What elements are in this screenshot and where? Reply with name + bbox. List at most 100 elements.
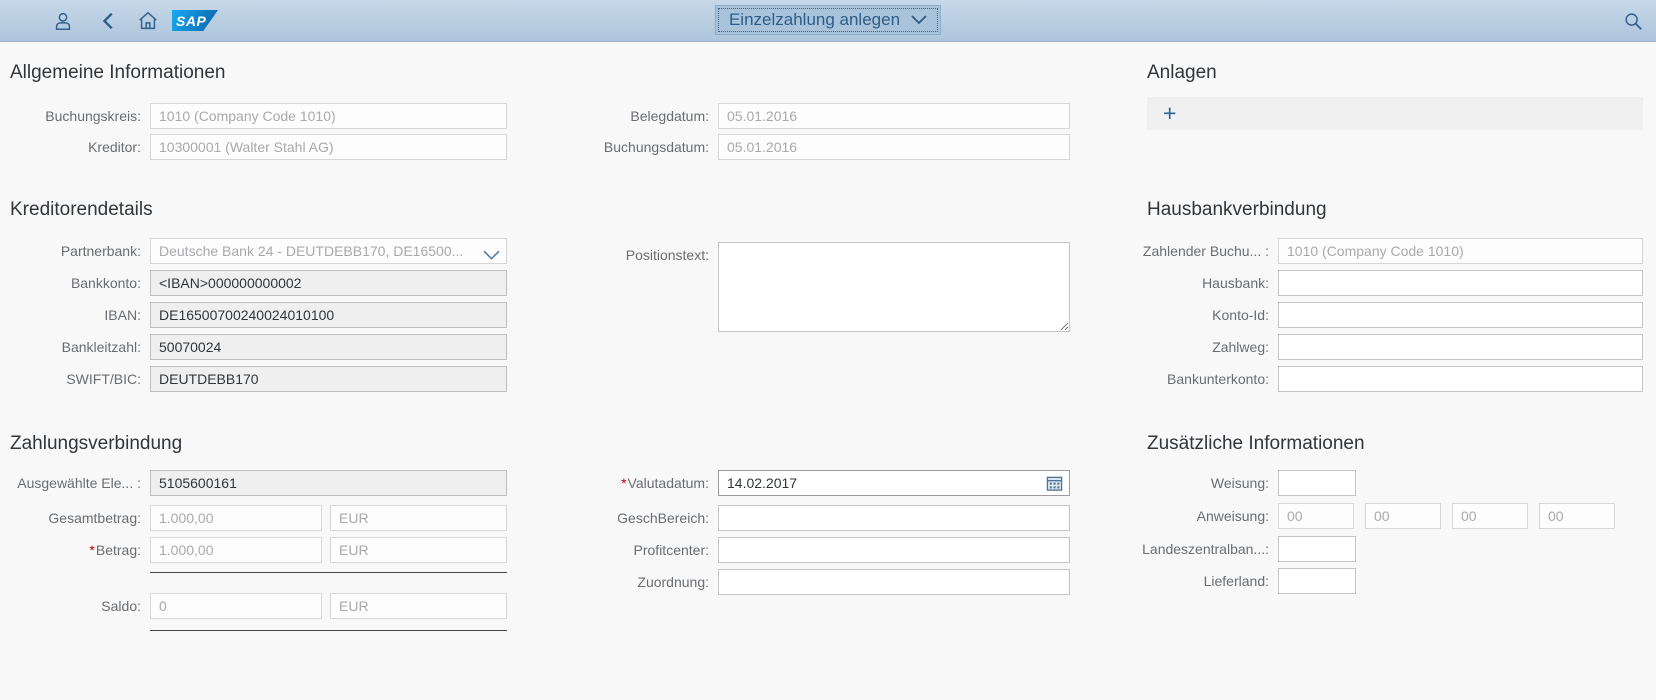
gesamtbetrag-field: 1.000,00	[150, 505, 322, 531]
field-row: *Betrag: 1.000,00 EUR	[0, 537, 507, 563]
field-row: Zahlweg:	[1085, 334, 1643, 360]
field-row: Bankleitzahl: 50070024	[0, 334, 507, 360]
app-title-label: Einzelzahlung anlegen	[729, 10, 900, 30]
bankkonto-field: <IBAN>000000000002	[150, 270, 507, 296]
lieferland-label: Lieferland:	[1085, 568, 1278, 594]
saldo-label: Saldo:	[0, 593, 150, 619]
calendar-icon[interactable]	[1046, 475, 1063, 492]
buchungskreis-label: Buchungskreis:	[0, 103, 150, 129]
anweisung-field-2[interactable]: 00	[1365, 503, 1441, 529]
zahlweg-label: Zahlweg:	[1085, 334, 1278, 360]
ausgewaehlte-elemente-label: Ausgewählte Ele... :	[0, 470, 150, 496]
partnerbank-value: Deutsche Bank 24 - DEUTDEBB170, DE16500.…	[159, 243, 463, 259]
anweisung-label: Anweisung:	[1085, 503, 1278, 529]
buchungsdatum-field: 05.01.2016	[718, 134, 1070, 160]
required-indicator: *	[89, 542, 94, 558]
hausbank-field[interactable]	[1278, 270, 1643, 296]
valutadatum-label: *Valutadatum:	[560, 470, 718, 496]
konto-id-label: Konto-Id:	[1085, 302, 1278, 328]
buchungskreis-field: 1010 (Company Code 1010)	[150, 103, 507, 129]
sap-logo-text: SAP	[176, 13, 206, 29]
saldo-currency-field: EUR	[330, 593, 507, 619]
bankunterkonto-field[interactable]	[1278, 366, 1643, 392]
field-row: Ausgewählte Ele... : 5105600161	[0, 470, 507, 496]
back-icon[interactable]	[98, 10, 120, 32]
profitcenter-label: Profitcenter:	[560, 537, 718, 563]
field-row: Buchungsdatum: 05.01.2016	[560, 134, 1070, 160]
saldo-field: 0	[150, 593, 322, 619]
field-row: GeschBereich:	[560, 505, 1070, 531]
sum-separator-line	[150, 630, 507, 631]
positionstext-textarea[interactable]	[718, 242, 1070, 332]
field-row: Anweisung: 00 00 00 00	[1085, 503, 1615, 529]
field-row: Buchungskreis: 1010 (Company Code 1010)	[0, 103, 507, 129]
zuordnung-label: Zuordnung:	[560, 569, 718, 595]
chevron-down-icon	[483, 247, 500, 264]
field-row: Gesamtbetrag: 1.000,00 EUR	[0, 505, 507, 531]
partnerbank-select[interactable]: Deutsche Bank 24 - DEUTDEBB170, DE16500.…	[150, 238, 507, 264]
valutadatum-field[interactable]: 14.02.2017	[718, 470, 1070, 496]
home-icon[interactable]	[137, 10, 159, 32]
search-icon[interactable]	[1622, 10, 1644, 32]
iban-label: IBAN:	[0, 302, 150, 328]
bankleitzahl-label: Bankleitzahl:	[0, 334, 150, 360]
belegdatum-label: Belegdatum:	[560, 103, 718, 129]
kreditor-field: 10300001 (Walter Stahl AG)	[150, 134, 507, 160]
chevron-down-icon	[911, 15, 927, 25]
gesamtbetrag-label: Gesamtbetrag:	[0, 505, 150, 531]
field-row: Hausbank:	[1085, 270, 1643, 296]
bankkonto-label: Bankkonto:	[0, 270, 150, 296]
required-indicator: *	[621, 475, 626, 491]
field-row: Saldo: 0 EUR	[0, 593, 507, 619]
section-title-hausbankverbindung: Hausbankverbindung	[1147, 199, 1327, 221]
landeszentralbank-field[interactable]	[1278, 536, 1356, 562]
zahlweg-field[interactable]	[1278, 334, 1643, 360]
buchungsdatum-label: Buchungsdatum:	[560, 134, 718, 160]
zahlender-buchungskreis-label: Zahlender Buchu... :	[1085, 238, 1278, 264]
field-row: Bankunterkonto:	[1085, 366, 1643, 392]
field-row: SWIFT/BIC: DEUTDEBB170	[0, 366, 507, 392]
anweisung-field-1[interactable]: 00	[1278, 503, 1354, 529]
section-title-zahlungsverbindung: Zahlungsverbindung	[10, 433, 182, 455]
section-title-anlagen: Anlagen	[1147, 62, 1217, 84]
geschbereich-field[interactable]	[718, 505, 1070, 531]
field-row: Konto-Id:	[1085, 302, 1643, 328]
field-row: Zahlender Buchu... : 1010 (Company Code …	[1085, 238, 1643, 264]
field-row: Zuordnung:	[560, 569, 1070, 595]
gesamtbetrag-currency-field: EUR	[330, 505, 507, 531]
valutadatum-value: 14.02.2017	[727, 475, 797, 491]
swift-bic-field: DEUTDEBB170	[150, 366, 507, 392]
weisung-field[interactable]	[1278, 470, 1356, 496]
section-title-kreditorendetails: Kreditorendetails	[10, 199, 153, 221]
konto-id-field[interactable]	[1278, 302, 1643, 328]
iban-field: DE16500700240024010100	[150, 302, 507, 328]
section-title-allgemeine-informationen: Allgemeine Informationen	[10, 62, 225, 84]
add-attachment-button[interactable]: +	[1163, 102, 1176, 125]
anlagen-toolbar: +	[1147, 97, 1643, 130]
geschbereich-label: GeschBereich:	[560, 505, 718, 531]
zuordnung-field[interactable]	[718, 569, 1070, 595]
field-row: IBAN: DE16500700240024010100	[0, 302, 507, 328]
partnerbank-label: Partnerbank:	[0, 238, 150, 264]
field-row: Landeszentralban...:	[1085, 536, 1356, 562]
ausgewaehlte-elemente-field: 5105600161	[150, 470, 507, 496]
positionstext-label: Positionstext:	[560, 242, 718, 268]
app-title-dropdown[interactable]: Einzelzahlung anlegen	[715, 5, 941, 35]
anweisung-field-4[interactable]: 00	[1539, 503, 1615, 529]
sap-logo: SAP	[172, 10, 218, 31]
field-row: Bankkonto: <IBAN>000000000002	[0, 270, 507, 296]
field-row: Positionstext:	[560, 242, 1070, 332]
betrag-field: 1.000,00	[150, 537, 322, 563]
field-row: Weisung:	[1085, 470, 1356, 496]
profitcenter-field[interactable]	[718, 537, 1070, 563]
section-title-zusaetzliche-informationen: Zusätzliche Informationen	[1147, 433, 1365, 455]
landeszentralbank-label: Landeszentralban...:	[1085, 536, 1278, 562]
bankleitzahl-field: 50070024	[150, 334, 507, 360]
zahlender-buchungskreis-field: 1010 (Company Code 1010)	[1278, 238, 1643, 264]
anweisung-field-3[interactable]: 00	[1452, 503, 1528, 529]
person-icon[interactable]	[52, 10, 74, 32]
lieferland-field[interactable]	[1278, 568, 1356, 594]
field-row: Kreditor: 10300001 (Walter Stahl AG)	[0, 134, 507, 160]
field-row: Profitcenter:	[560, 537, 1070, 563]
field-row: *Valutadatum: 14.02.2017	[560, 470, 1070, 496]
